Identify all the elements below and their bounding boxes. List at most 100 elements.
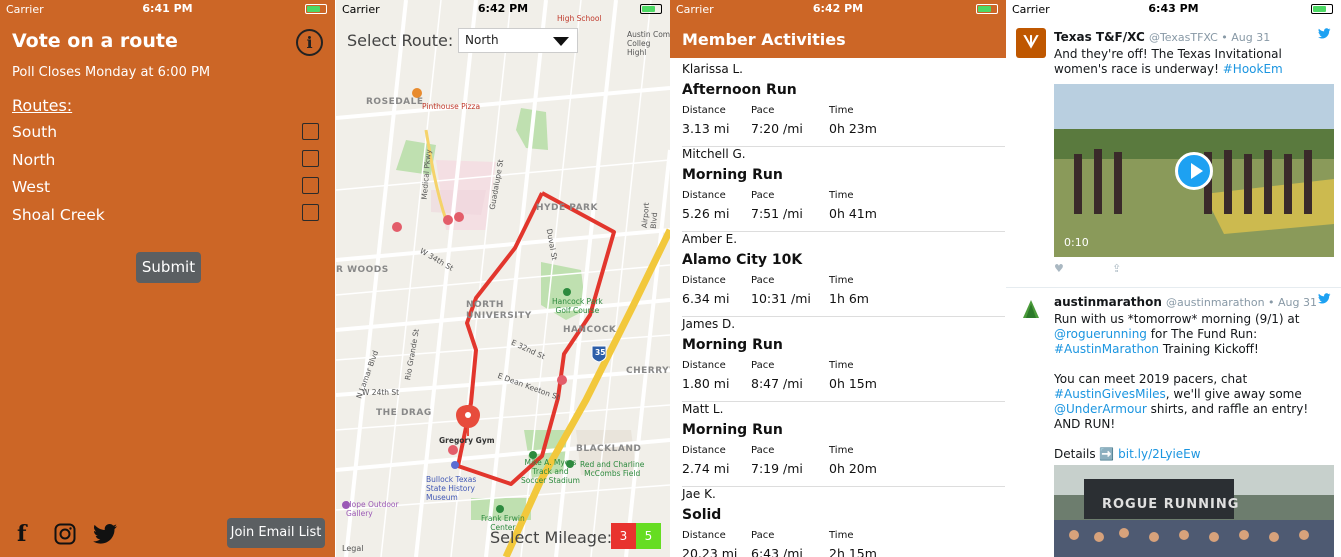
activity-row[interactable]: Amber E. Alamo City 10K Distance 6.34 mi Pac… bbox=[682, 232, 1005, 317]
chevron-down-icon bbox=[553, 37, 569, 46]
activity-row[interactable]: Jae K. Solid Distance 20.23 mi Pace 6:43 /mi T… bbox=[682, 487, 1005, 557]
url-link[interactable]: bit.ly/2LyieEw bbox=[1118, 447, 1200, 461]
route-checkbox-shoal-creek[interactable] bbox=[302, 204, 319, 221]
activity-row[interactable]: Klarissa L. Afternoon Run Distance 3.13 mi P… bbox=[682, 62, 1005, 147]
route-label-shoal-creek: Shoal Creek bbox=[12, 206, 105, 224]
submit-button[interactable]: Submit bbox=[136, 252, 201, 283]
activities-screen: Carrier 6:42 PM Member Activities Klaris… bbox=[670, 0, 1006, 557]
routes-heading: Routes: bbox=[12, 96, 73, 115]
play-icon[interactable] bbox=[1175, 152, 1213, 190]
activity-distance-value: 2.74 mi bbox=[682, 461, 730, 476]
mention-link[interactable]: @UnderArmour bbox=[1054, 402, 1147, 416]
hashtag-link[interactable]: #AustinGivesMiles bbox=[1054, 387, 1166, 401]
activity-time-value: 2h 15m bbox=[829, 546, 877, 557]
tweet-line: Run with us *tomorrow* morning (9/1) at bbox=[1054, 312, 1300, 326]
activity-pace-label: Pace bbox=[751, 360, 775, 371]
activity-time-label: Time bbox=[829, 530, 854, 541]
twitter-bird-icon bbox=[1318, 293, 1331, 307]
mention-link[interactable]: @roguerunning bbox=[1054, 327, 1147, 341]
join-email-list-button[interactable]: Join Email List bbox=[227, 518, 325, 548]
battery-icon bbox=[640, 4, 662, 14]
map-label-mccombs: Red and Charline McCombs Field bbox=[580, 460, 645, 478]
activity-distance-value: 6.34 mi bbox=[682, 291, 730, 306]
map-label-w-24th: W 24th St bbox=[362, 388, 400, 397]
battery-icon bbox=[305, 4, 327, 14]
activity-title: Morning Run bbox=[682, 422, 783, 438]
tweet-author[interactable]: Texas T&F/XC @TexasTFXC • Aug 31 bbox=[1054, 30, 1270, 44]
activity-distance-value: 3.13 mi bbox=[682, 121, 730, 136]
select-route-label: Select Route: bbox=[347, 31, 454, 50]
activity-distance-label: Distance bbox=[682, 360, 726, 371]
like-icon[interactable]: ♥ bbox=[1054, 262, 1064, 275]
twitter-icon[interactable] bbox=[93, 524, 118, 549]
activity-row[interactable]: James D. Morning Run Distance 1.80 mi Pace 8:… bbox=[682, 317, 1005, 402]
activity-title: Morning Run bbox=[682, 167, 783, 183]
tweet-author-name: austinmarathon bbox=[1054, 295, 1162, 309]
activity-time-value: 1h 6m bbox=[829, 291, 869, 306]
video-duration: 0:10 bbox=[1064, 236, 1089, 249]
activity-pace-label: Pace bbox=[751, 445, 775, 456]
tweet-line: for The Fund Run: bbox=[1146, 327, 1258, 341]
activity-distance-label: Distance bbox=[682, 275, 726, 286]
activity-row[interactable]: Matt L. Morning Run Distance 2.74 mi Pace 7:1… bbox=[682, 402, 1005, 487]
mileage-option-5[interactable]: 5 bbox=[636, 523, 661, 549]
i35-shield-icon: 35 bbox=[595, 348, 606, 357]
clock: 6:42 PM bbox=[477, 2, 529, 15]
activity-pace-label: Pace bbox=[751, 105, 775, 116]
route-checkbox-north[interactable] bbox=[302, 150, 319, 167]
vote-screen: Carrier 6:41 PM Vote on a route i Poll C… bbox=[0, 0, 335, 557]
map-label-austin-comm: Austin Comm Colleg Highl bbox=[627, 30, 670, 57]
austin-marathon-avatar[interactable] bbox=[1016, 296, 1046, 326]
activity-time-label: Time bbox=[829, 105, 854, 116]
route-checkbox-west[interactable] bbox=[302, 177, 319, 194]
map-label-pinthouse: Pinthouse Pizza bbox=[422, 102, 481, 111]
map-label-hancock: HANCOCK bbox=[563, 325, 617, 335]
clock: 6:41 PM bbox=[142, 2, 193, 15]
activity-time-label: Time bbox=[829, 445, 854, 456]
facebook-icon[interactable]: f bbox=[17, 521, 26, 547]
activity-row[interactable]: Mitchell G. Morning Run Distance 5.26 mi Pac… bbox=[682, 147, 1005, 232]
activity-pace-label: Pace bbox=[751, 530, 775, 541]
activity-title: Morning Run bbox=[682, 337, 783, 353]
map-legal-link[interactable]: Legal bbox=[342, 544, 363, 553]
info-icon[interactable]: i bbox=[296, 29, 323, 56]
status-bar: Carrier 6:42 PM bbox=[336, 0, 670, 18]
map-label-woods: R WOODS bbox=[336, 265, 389, 275]
activity-time-value: 0h 41m bbox=[829, 206, 877, 221]
activity-member: Matt L. bbox=[682, 402, 724, 416]
clock: 6:42 PM bbox=[812, 2, 864, 15]
activity-time-value: 0h 15m bbox=[829, 376, 877, 391]
hashtag-link[interactable]: #HookEm bbox=[1223, 62, 1283, 76]
activity-member: Amber E. bbox=[682, 232, 738, 246]
hashtag-link[interactable]: #AustinMarathon bbox=[1054, 342, 1159, 356]
route-dropdown[interactable]: North bbox=[458, 28, 578, 53]
activity-distance-label: Distance bbox=[682, 530, 726, 541]
activity-distance-value: 1.80 mi bbox=[682, 376, 730, 391]
activity-distance-label: Distance bbox=[682, 445, 726, 456]
map-label-rosedale: ROSEDALE bbox=[366, 97, 424, 107]
activity-distance-value: 20.23 mi bbox=[682, 546, 738, 557]
page-title: Member Activities bbox=[670, 18, 1006, 58]
activity-time-label: Time bbox=[829, 190, 854, 201]
activity-pace-value: 7:51 /mi bbox=[751, 206, 803, 221]
battery-icon bbox=[976, 4, 998, 14]
activity-title: Afternoon Run bbox=[682, 82, 797, 98]
texas-longhorn-avatar[interactable]: ᗐ bbox=[1016, 28, 1046, 58]
route-checkbox-south[interactable] bbox=[302, 123, 319, 140]
route-label-north: North bbox=[12, 151, 56, 169]
map-label-the-drag: THE DRAG bbox=[376, 408, 432, 418]
tweet-divider bbox=[1006, 287, 1341, 288]
tweet-line: Details ➡️ bbox=[1054, 447, 1119, 461]
mileage-option-3[interactable]: 3 bbox=[611, 523, 636, 549]
tweet-text: Run with us *tomorrow* morning (9/1) at … bbox=[1054, 312, 1334, 462]
activity-pace-value: 7:19 /mi bbox=[751, 461, 803, 476]
route-label-west: West bbox=[12, 178, 51, 196]
activity-member: Klarissa L. bbox=[682, 62, 743, 76]
map-label-north-university: NORTH UNIVERSITY bbox=[466, 300, 532, 321]
tweet-line: You can meet 2019 pacers, chat bbox=[1054, 372, 1248, 386]
share-icon[interactable]: ⇪ bbox=[1112, 262, 1121, 275]
instagram-icon[interactable] bbox=[54, 523, 76, 550]
tweet-author[interactable]: austinmarathon @austinmarathon • Aug 31 bbox=[1054, 295, 1317, 309]
poll-deadline: Poll Closes Monday at 6:00 PM bbox=[12, 65, 211, 80]
activity-distance-value: 5.26 mi bbox=[682, 206, 730, 221]
